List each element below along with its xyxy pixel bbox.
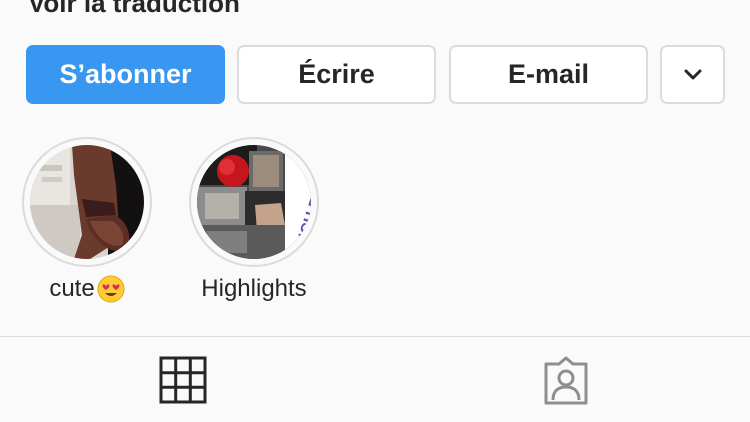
highlight-cover-image bbox=[30, 145, 144, 259]
highlight-highlights[interactable]: ENCH RIVEAIRA Highlights bbox=[189, 137, 319, 303]
highlight-label-text: Highlights bbox=[201, 275, 307, 302]
tab-grid[interactable] bbox=[159, 356, 207, 409]
grid-icon bbox=[159, 356, 207, 404]
more-options-button[interactable] bbox=[660, 45, 725, 104]
highlight-label: Highlights bbox=[201, 275, 306, 303]
email-button[interactable]: E-mail bbox=[449, 45, 648, 104]
chevron-down-icon bbox=[684, 69, 701, 79]
highlight-label: cute bbox=[49, 275, 125, 303]
highlight-ring: ENCH RIVEAIRA bbox=[189, 137, 319, 267]
translate-link[interactable]: Voir la traduction bbox=[28, 0, 240, 19]
tagged-icon bbox=[544, 356, 588, 405]
message-button[interactable]: Écrire bbox=[237, 45, 436, 104]
heart-eyes-emoji-icon bbox=[97, 275, 125, 303]
highlight-cute[interactable]: cute bbox=[22, 137, 152, 303]
highlight-ring bbox=[22, 137, 152, 267]
follow-button[interactable]: S’abonner bbox=[26, 45, 225, 104]
tabs-divider bbox=[0, 336, 750, 337]
tab-tagged[interactable] bbox=[541, 356, 591, 411]
highlight-label-text: cute bbox=[49, 275, 95, 302]
highlight-cover-image: ENCH RIVEAIRA bbox=[197, 145, 311, 259]
